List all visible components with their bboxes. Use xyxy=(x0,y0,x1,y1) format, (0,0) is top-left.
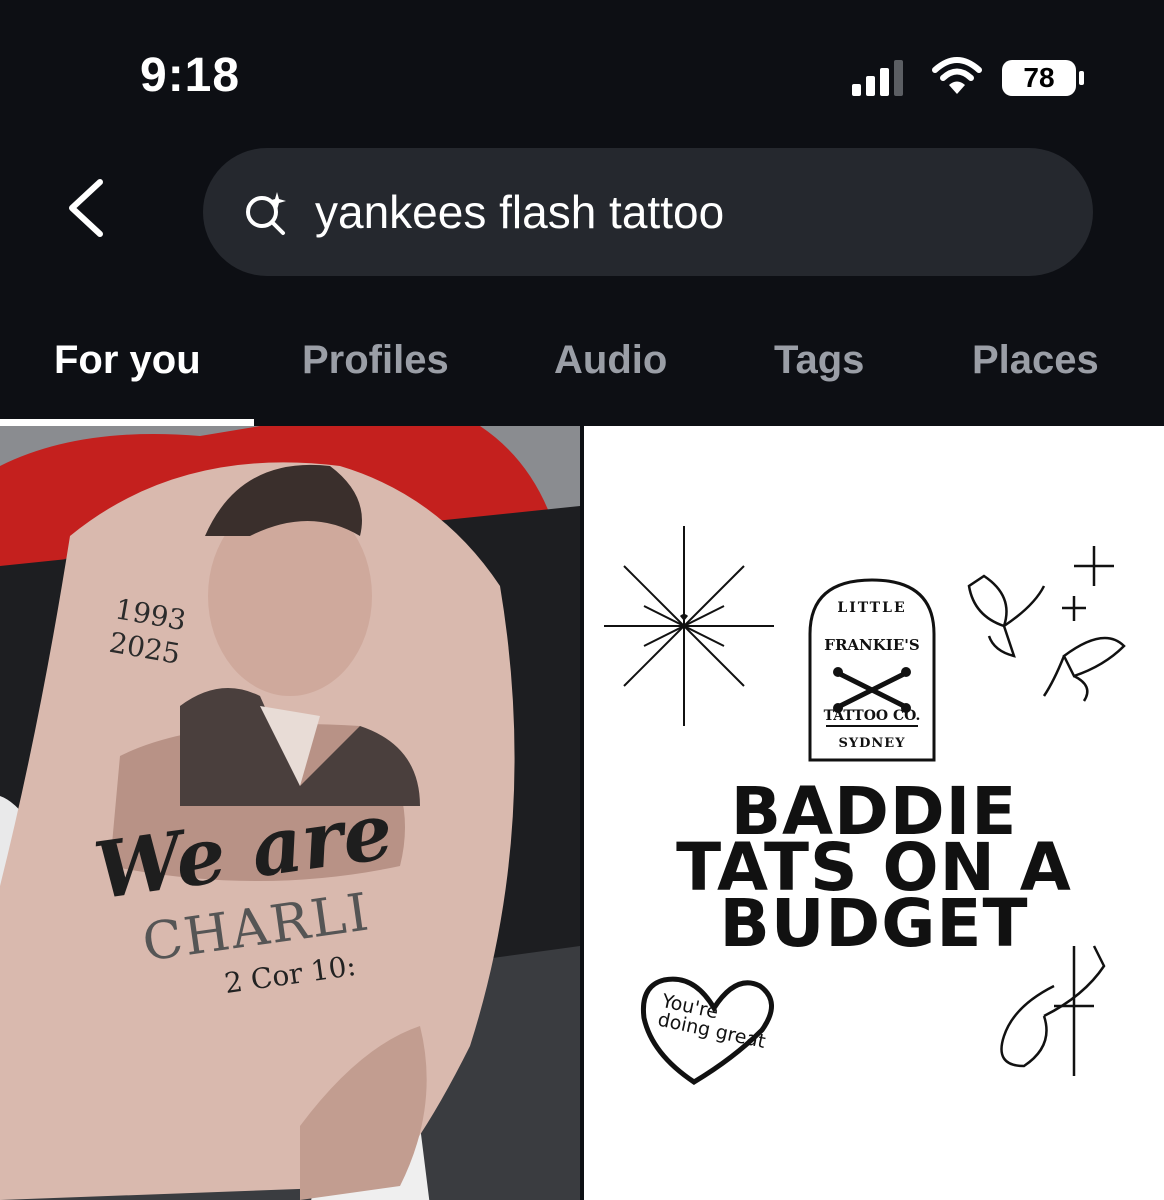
back-chevron-icon[interactable] xyxy=(64,178,108,238)
battery-icon: 78 xyxy=(1000,58,1090,98)
wifi-icon xyxy=(932,57,982,94)
logo-line-little: LITTLE xyxy=(837,600,907,616)
cellular-signal-icon xyxy=(852,60,903,96)
logo-line-sydney: SYDNEY xyxy=(838,736,906,751)
status-time: 9:18 xyxy=(140,49,241,102)
tab-places[interactable]: Places xyxy=(972,338,1099,383)
active-tab-indicator xyxy=(0,419,254,426)
flash-headline: BADDIE TATS ON A BUDGET xyxy=(676,773,1072,962)
result-tile-portrait-tattoo[interactable]: 1993 2025 We are CHARLI 2 Cor 10: xyxy=(0,426,580,1200)
status-bar: 9:18 78 xyxy=(0,0,1164,140)
studio-logo: LITTLE FRANKIE'S TATTOO CO. SYDNEY xyxy=(804,574,940,764)
search-query[interactable]: yankees flash tattoo xyxy=(315,186,724,238)
results-grid: 1993 2025 We are CHARLI 2 Cor 10: LITTLE… xyxy=(0,426,1164,1200)
search-bar[interactable]: yankees flash tattoo xyxy=(203,148,1093,276)
tab-for-you[interactable]: For you xyxy=(54,338,201,383)
ai-search-icon xyxy=(246,192,286,235)
tab-tags[interactable]: Tags xyxy=(774,338,864,383)
logo-line-frankies: FRANKIE'S xyxy=(824,636,920,654)
tab-profiles[interactable]: Profiles xyxy=(302,338,449,383)
search-tabs: For you Profiles Audio Tags Places xyxy=(0,320,1164,426)
tab-audio[interactable]: Audio xyxy=(554,338,667,383)
tattoo-years: 1993 2025 xyxy=(106,592,189,671)
logo-line-tattoo-co: TATTOO CO. xyxy=(823,708,921,724)
battery-level: 78 xyxy=(1023,62,1055,93)
result-tile-flash-sheet[interactable]: LITTLE FRANKIE'S TATTOO CO. SYDNEY BADDI… xyxy=(584,426,1164,1200)
